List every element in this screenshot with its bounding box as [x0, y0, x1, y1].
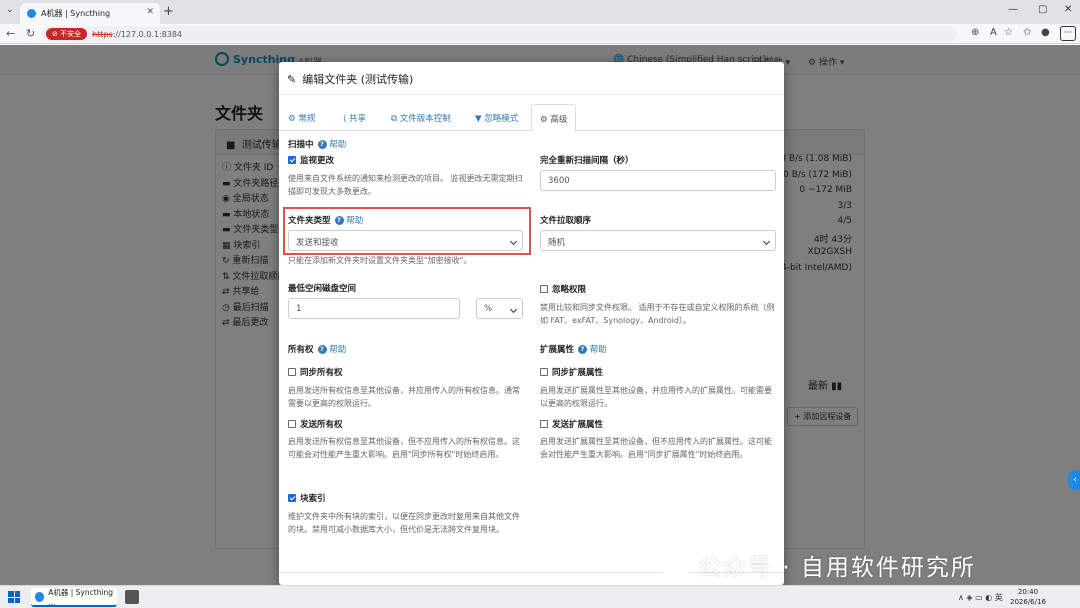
question-icon: ?: [317, 345, 327, 354]
xattr-label: 扩展属性? 帮助: [540, 345, 607, 355]
folder-type-note: 只能在添加新文件夹时设置文件夹类型"加密接收"。: [288, 256, 472, 265]
tab-list-icon[interactable]: ⌄: [6, 5, 14, 15]
sync-xattr-checkbox[interactable]: 同步扩展属性: [540, 366, 603, 378]
windows-start-icon[interactable]: [8, 591, 20, 603]
min-disk-input[interactable]: 1: [288, 298, 460, 319]
send-xattr-description: 启用发送扩展属性至其他设备，但不应用传入的扩展属性。这可能会对性能产生重大影响。…: [540, 437, 772, 459]
edge-icon: [35, 591, 45, 602]
close-tab-icon[interactable]: ✕: [146, 7, 154, 17]
insecure-badge[interactable]: ⊘ 不安全: [46, 28, 88, 40]
send-ownership-checkbox[interactable]: 发送所有权: [288, 418, 343, 430]
taskbar: A机器 | Syncthing ... ∧ ◈ ▭ ◐ 英 20:40 2026/…: [0, 585, 1080, 608]
min-disk-label: 最低空闲磁盘空间: [288, 284, 357, 294]
favorites-bar-icon[interactable]: ✩: [1023, 27, 1031, 38]
help-link[interactable]: ? 帮助: [317, 345, 346, 355]
edit-folder-modal: ✎ 编辑文件夹 (测试传输) ⚙ 常规 ⟨ 共享 ⧉ 文件版本控制 ▼ 忽略模式 …: [279, 62, 784, 585]
back-icon[interactable]: ←: [6, 27, 15, 40]
reload-icon[interactable]: ↻: [26, 27, 35, 40]
highlight-box: [283, 207, 531, 255]
clock[interactable]: 20:40 2026/6/16: [1010, 587, 1046, 607]
tab-advanced[interactable]: ⚙ 高级: [531, 104, 577, 132]
block-index-checkbox[interactable]: 块索引: [288, 492, 326, 504]
new-tab-icon[interactable]: +: [163, 4, 174, 19]
checkbox-icon[interactable]: [540, 368, 548, 376]
checkbox-checked-icon[interactable]: [288, 494, 296, 502]
full-rescan-label: 完全重新扫描间隔（秒）: [540, 156, 634, 166]
checkbox-icon[interactable]: [540, 420, 548, 428]
tab-title: A机器 | Syncthing: [41, 9, 111, 18]
pull-order-select[interactable]: 随机: [540, 230, 776, 251]
ignore-permissions-description: 禁用比较和同步文件权限。 适用于不存在或自定义权限的系统（例如 FAT、exFA…: [540, 303, 775, 325]
address-bar-row: ← ↻ ⊘ 不安全 https://127.0.0.1:8384: [0, 24, 1080, 44]
help-link[interactable]: ? 帮助: [317, 140, 346, 150]
checkbox-icon[interactable]: [540, 285, 548, 293]
question-icon: ?: [317, 140, 327, 149]
system-tray[interactable]: ∧ ◈ ▭ ◐ 英: [958, 592, 1003, 603]
checkbox-checked-icon[interactable]: [288, 156, 296, 164]
tab-general[interactable]: ⚙ 常规: [288, 104, 315, 131]
maximize-icon[interactable]: ▢: [1038, 4, 1047, 15]
watch-changes-checkbox[interactable]: 监视更改: [288, 154, 334, 166]
ownership-label: 所有权? 帮助: [288, 345, 347, 355]
wechat-icon: [660, 554, 692, 578]
modal-header: ✎ 编辑文件夹 (测试传输): [279, 62, 784, 95]
side-panel-toggle-icon[interactable]: ‹: [1068, 470, 1080, 490]
taskbar-app-icon[interactable]: [125, 590, 139, 604]
block-index-description: 维护文件夹中所有块的索引，以便在同步更改时复用来自其他文件的块。禁用可减小数据库…: [288, 512, 520, 534]
browser-tab[interactable]: A机器 | Syncthing ✕: [20, 3, 160, 24]
taskbar-browser-item[interactable]: A机器 | Syncthing ...: [31, 588, 117, 607]
help-link[interactable]: ? 帮助: [578, 345, 607, 355]
sync-ownership-description: 启用发送所有权信息至其他设备，并应用传入的所有权信息。通常需要以更高的权限运行。: [288, 386, 520, 408]
more-menu-icon[interactable]: ···: [1060, 26, 1076, 41]
sync-ownership-checkbox[interactable]: 同步所有权: [288, 366, 343, 378]
ignore-permissions-checkbox[interactable]: 忽略权限: [540, 283, 586, 295]
address-input[interactable]: ⊘ 不安全 https://127.0.0.1:8384: [42, 26, 957, 42]
send-xattr-checkbox[interactable]: 发送扩展属性: [540, 418, 603, 430]
minimize-icon[interactable]: —: [1008, 4, 1018, 15]
full-rescan-input[interactable]: 3600: [540, 170, 776, 191]
browser-tab-strip: ⌄ A机器 | Syncthing ✕ + — ▢ ✕: [0, 0, 1080, 24]
checkbox-icon[interactable]: [288, 368, 296, 376]
url-text: https://127.0.0.1:8384: [92, 29, 182, 39]
favorite-icon[interactable]: ☆: [1004, 27, 1013, 38]
send-ownership-description: 启用发送所有权信息至其他设备，但不应用传入的所有权信息。这可能会对性能产生重大影…: [288, 437, 520, 459]
min-disk-unit-select[interactable]: %: [476, 298, 523, 319]
question-icon: ?: [578, 345, 588, 354]
scanning-label: 扫描中? 帮助: [288, 140, 347, 150]
syncthing-favicon-icon: [27, 9, 36, 18]
close-window-icon[interactable]: ✕: [1064, 4, 1072, 15]
watch-changes-description: 使用来自文件系统的通知来检测更改的项目。 监视更改无需定期扫描即可发现大多数更改…: [288, 174, 523, 196]
tab-sharing[interactable]: ⟨ 共享: [343, 104, 366, 131]
modal-title: 编辑文件夹 (测试传输): [302, 73, 414, 86]
pull-order-label: 文件拉取顺序: [540, 216, 592, 226]
watermark: 公众号 · 自用软件研究所: [660, 548, 976, 582]
tab-ignore-patterns[interactable]: ▼ 忽略模式: [475, 104, 518, 131]
read-aloud-icon[interactable]: A: [990, 27, 997, 38]
profile-icon[interactable]: ●: [1041, 27, 1050, 38]
modal-tabs: ⚙ 常规 ⟨ 共享 ⧉ 文件版本控制 ▼ 忽略模式 ⚙ 高级: [279, 104, 784, 132]
sync-xattr-description: 启用发送扩展属性至其他设备，并应用传入的扩展属性。可能需要以更高的权限运行。: [540, 386, 772, 408]
tab-versioning[interactable]: ⧉ 文件版本控制: [391, 104, 451, 131]
translate-icon[interactable]: ⊕: [971, 27, 979, 38]
pencil-icon: ✎: [287, 73, 297, 86]
checkbox-icon[interactable]: [288, 420, 296, 428]
